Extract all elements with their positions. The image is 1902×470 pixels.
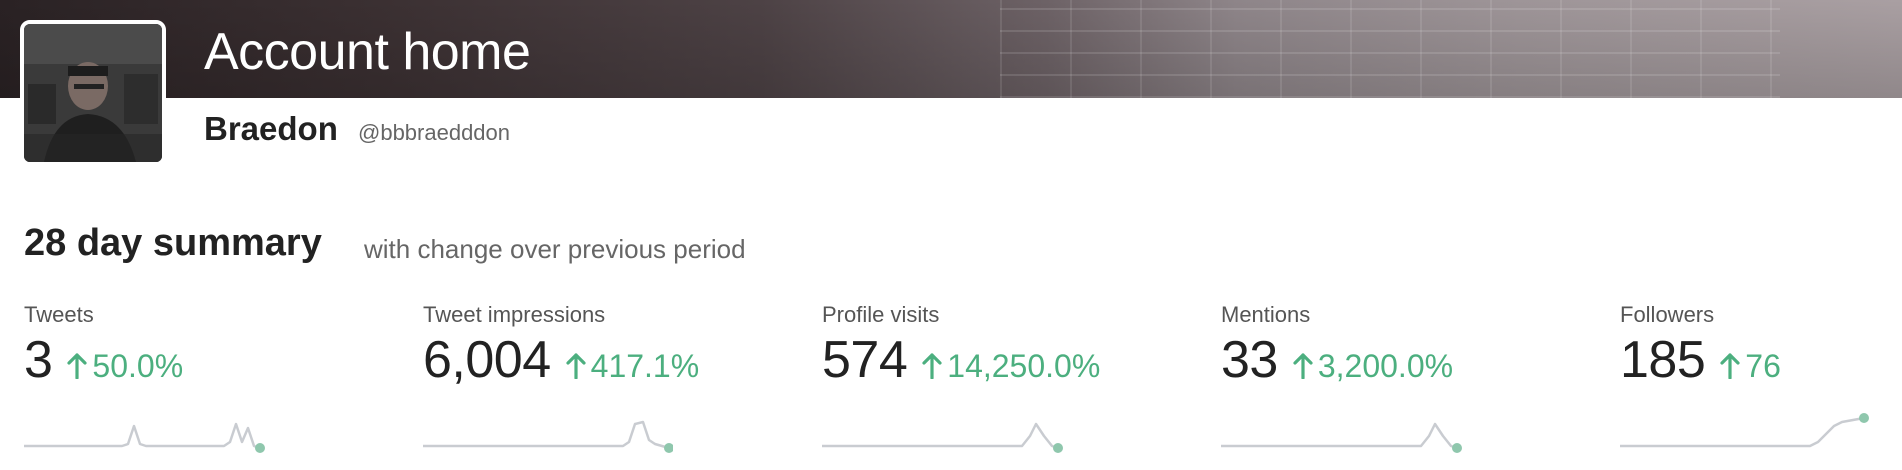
arrow-up-icon <box>1293 353 1313 379</box>
avatar[interactable] <box>20 20 166 166</box>
summary-title: 28 day summary <box>24 222 322 264</box>
arrow-up-icon <box>67 353 88 379</box>
stat-label: Tweet impressions <box>423 302 606 327</box>
sparkline-chart <box>1620 413 1869 448</box>
stat-label: Mentions <box>1221 302 1311 327</box>
stat-profile-visits[interactable]: Profile visits 574 14,250.0% <box>822 304 1182 470</box>
sparkline-end-dot <box>255 443 265 453</box>
stat-tweet-impressions[interactable]: Tweet impressions 6,004 417.1% <box>423 304 783 470</box>
stat-change-value: 76 <box>1745 348 1781 384</box>
stat-change: 76 <box>1719 350 1781 382</box>
stat-change: 14,250.0% <box>921 350 1100 382</box>
summary-subtitle: with change over previous period <box>364 234 746 264</box>
sparkline-end-dot <box>1859 413 1869 423</box>
sparkline-end-dot <box>1452 443 1462 453</box>
banner-brick-texture <box>1000 0 1780 98</box>
stat-change-value: 3,200.0% <box>1317 348 1454 384</box>
stat-label: Followers <box>1620 302 1715 327</box>
arrow-up-icon <box>922 353 942 379</box>
avatar-image <box>24 24 162 162</box>
stat-value: 33 <box>1221 331 1278 389</box>
stat-tweets[interactable]: Tweets 3 50.0% <box>24 304 384 470</box>
stat-value: 185 <box>1620 331 1706 389</box>
sparkline-chart <box>423 420 673 453</box>
stat-followers[interactable]: Followers 185 76 <box>1620 304 1902 470</box>
stat-change: 417.1% <box>565 348 700 384</box>
sparkline-chart <box>822 422 1063 453</box>
profile-handle[interactable]: @bbbraedddon <box>358 122 510 144</box>
profile-name[interactable]: Braedon <box>204 112 338 145</box>
account-home-page: Account home Braedon @bbbraedddon 28 day… <box>0 0 1902 470</box>
page-title: Account home <box>204 23 531 81</box>
sparkline-end-dot <box>664 443 673 453</box>
stat-mentions[interactable]: Mentions 33 3,200.0% <box>1221 304 1581 470</box>
arrow-up-icon <box>566 353 586 379</box>
stat-change-value: 50.0% <box>92 348 184 384</box>
stat-value: 6,004 <box>423 331 551 389</box>
sparkline-end-dot <box>1053 443 1063 453</box>
sparkline-chart <box>1221 422 1462 453</box>
stat-value: 574 <box>822 331 908 389</box>
arrow-up-icon <box>1720 353 1740 379</box>
stat-label: Tweets <box>24 302 94 327</box>
sparkline-chart <box>24 422 265 453</box>
stat-change: 3,200.0% <box>1292 350 1453 382</box>
stat-change: 50.0% <box>66 350 183 382</box>
stat-value: 3 <box>24 331 53 389</box>
header-banner: Account home <box>0 0 1902 98</box>
stat-change-value: 417.1% <box>590 348 700 384</box>
stat-change-value: 14,250.0% <box>947 348 1101 384</box>
stat-label: Profile visits <box>822 302 940 327</box>
